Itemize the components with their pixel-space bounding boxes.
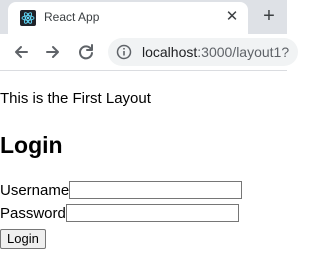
close-icon[interactable]: ✕	[224, 9, 240, 25]
login-button[interactable]: Login	[0, 229, 46, 249]
tab-react-app[interactable]: React App ✕	[8, 2, 248, 34]
password-row: Password	[0, 204, 239, 226]
username-field[interactable]	[69, 181, 243, 200]
url-text: localhost:3000/layout1?	[142, 44, 289, 60]
url-host: localhost	[142, 44, 198, 60]
username-row: Username	[0, 181, 243, 203]
react-logo-icon	[20, 10, 36, 26]
arrow-right-icon[interactable]	[42, 41, 64, 63]
username-label: Username	[0, 181, 70, 199]
browser-toolbar: localhost:3000/layout1?	[0, 34, 298, 71]
page-content: This is the First Layout Login Username …	[0, 71, 287, 264]
password-field[interactable]	[65, 204, 239, 223]
info-icon[interactable]	[116, 44, 132, 60]
tab-strip: React App ✕ +	[0, 0, 287, 34]
url-path: :3000/layout1?	[197, 44, 290, 60]
intro-text: This is the First Layout	[0, 90, 151, 107]
tab-title: React App	[44, 10, 100, 24]
page-title: Login	[0, 132, 63, 158]
plus-icon[interactable]: +	[258, 6, 280, 28]
reload-icon[interactable]	[75, 41, 97, 63]
address-bar[interactable]: localhost:3000/layout1?	[108, 38, 298, 66]
browser-window: React App ✕ + localhost:3000/layout1? Th…	[0, 0, 298, 264]
password-label: Password	[0, 204, 66, 222]
arrow-left-icon[interactable]	[10, 41, 32, 63]
